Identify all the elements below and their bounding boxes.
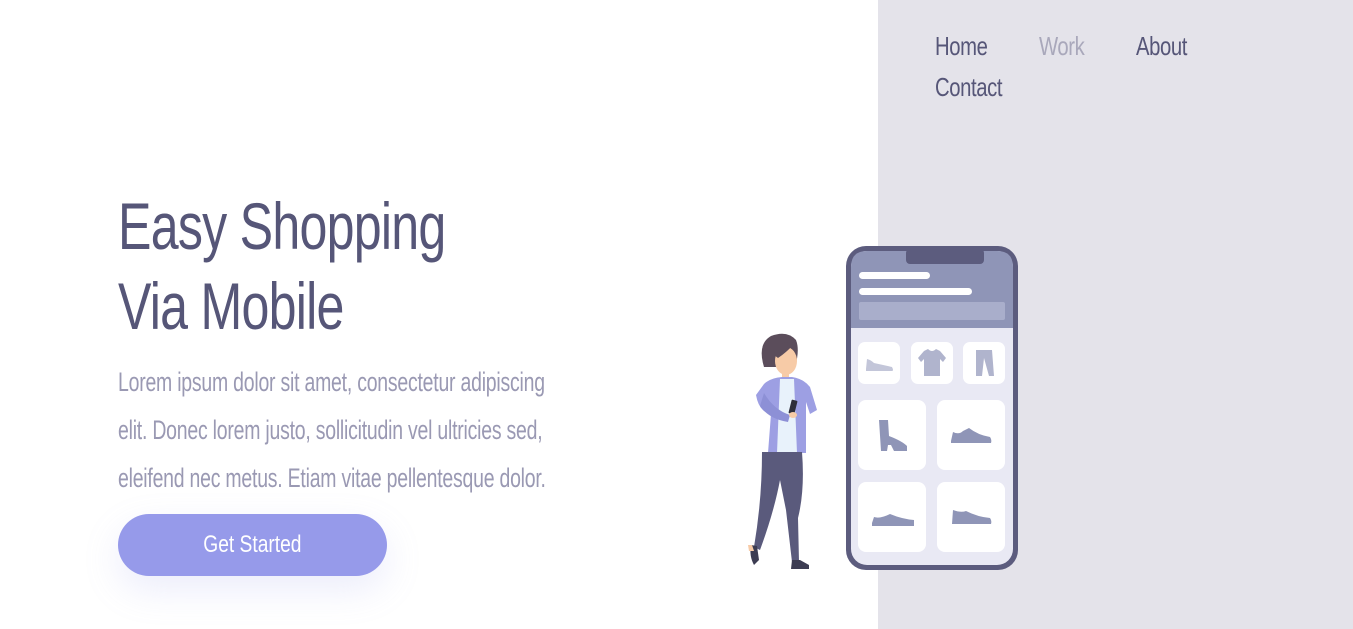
hero-description: Lorem ipsum dolor sit amet, consectetur … (118, 358, 818, 502)
hero-description-line-1: Lorem ipsum dolor sit amet, consectetur … (118, 367, 545, 397)
main-nav: Home Work About Contact (935, 28, 1235, 106)
nav-work-link[interactable]: Work (1039, 28, 1085, 65)
nav-about-link[interactable]: About (1136, 28, 1187, 65)
hero-description-line-2: elit. Donec lorem justo, sollicitudin ve… (118, 415, 543, 445)
hero-title-line-1: Easy Shopping (118, 189, 446, 263)
get-started-label: Get Started (203, 531, 302, 558)
hero-title-line-2: Via Mobile (118, 269, 344, 343)
nav-home-link[interactable]: Home (935, 28, 988, 65)
hero-title: Easy Shopping Via Mobile (118, 186, 678, 346)
shopping-illustration (748, 246, 1018, 570)
phone-illustration (846, 246, 1018, 570)
woman-figure (748, 333, 817, 569)
get-started-button[interactable]: Get Started (118, 514, 387, 576)
hero-description-line-3: eleifend nec metus. Etiam vitae pellente… (118, 463, 546, 493)
nav-contact-link[interactable]: Contact (935, 69, 1003, 106)
